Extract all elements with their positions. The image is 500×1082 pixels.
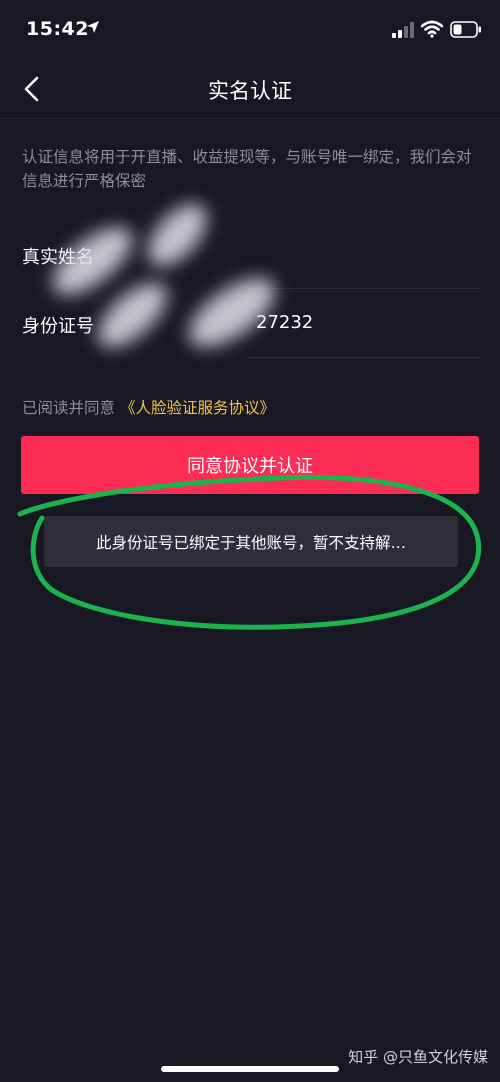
watermark: 知乎 @只鱼文化传媒 — [348, 1048, 488, 1066]
row-divider — [248, 357, 480, 358]
page-title: 实名认证 — [208, 79, 292, 103]
location-arrow-icon — [87, 21, 99, 33]
error-toast: 此身份证号已绑定于其他账号，暂不支持解… — [44, 516, 458, 567]
wifi-icon — [421, 20, 443, 38]
id-number-value[interactable]: 27232 — [256, 312, 313, 333]
home-indicator[interactable] — [161, 1066, 339, 1072]
agreement-line: 已阅读并同意 《人脸验证服务协议》 — [22, 396, 275, 418]
cellular-signal-icon — [392, 22, 414, 38]
battery-icon — [450, 21, 481, 38]
row-divider — [248, 288, 480, 289]
status-bar: 15:42 — [0, 0, 500, 60]
privacy-notice: 认证信息将用于开直播、收益提现等，与账号唯一绑定，我们会对信息进行严格保密 — [22, 148, 472, 190]
agreement-prefix: 已阅读并同意 — [22, 399, 116, 417]
id-number-label: 身份证号 — [22, 316, 94, 337]
agree-and-verify-button[interactable]: 同意协议并认证 — [21, 436, 479, 494]
face-verification-agreement-link[interactable]: 《人脸验证服务协议》 — [120, 399, 275, 417]
nav-bar: 实名认证 — [0, 60, 500, 119]
status-time: 15:42 — [26, 18, 89, 40]
